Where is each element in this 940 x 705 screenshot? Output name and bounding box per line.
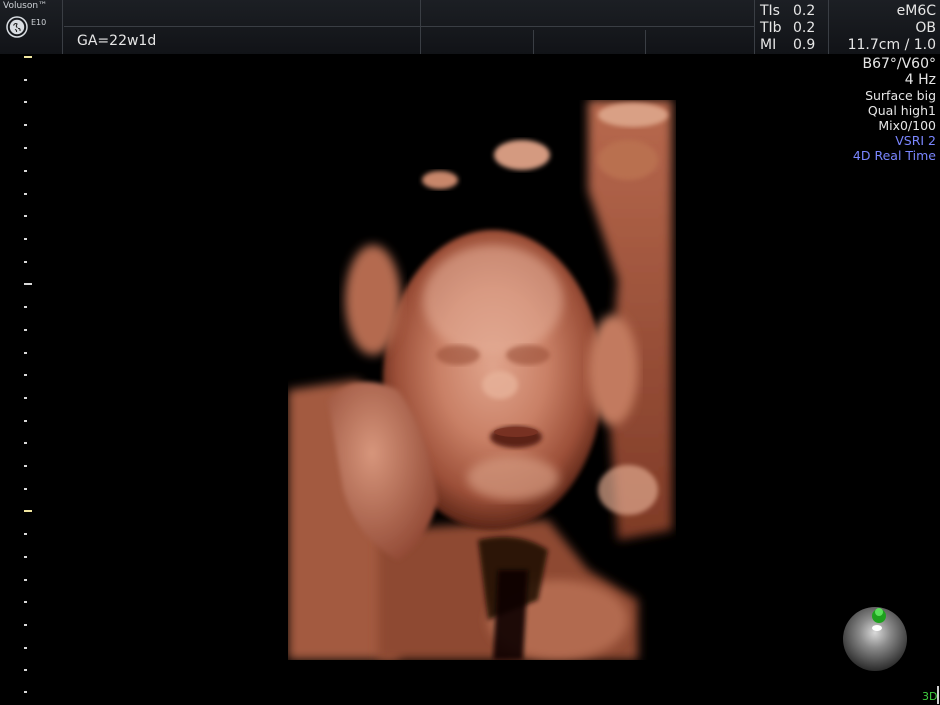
scale-tick bbox=[24, 329, 27, 331]
exam-preset: OB bbox=[915, 20, 936, 36]
divider bbox=[754, 0, 755, 54]
angle-readout: B67°/V60° bbox=[862, 56, 936, 72]
metric-label: TIb bbox=[760, 20, 782, 36]
scale-tick bbox=[24, 533, 27, 535]
metric-label: MI bbox=[760, 37, 777, 53]
mode-3d-tag: 3D bbox=[922, 690, 938, 703]
vsri-setting: VSRI 2 bbox=[895, 133, 936, 148]
scale-tick bbox=[24, 261, 27, 263]
scale-tick bbox=[24, 101, 27, 103]
divider bbox=[62, 0, 63, 54]
scale-tick bbox=[24, 79, 27, 81]
scale-tick bbox=[24, 465, 27, 467]
scale-tick bbox=[24, 397, 27, 399]
metric-label: TIs bbox=[760, 3, 780, 19]
depth-scale bbox=[0, 54, 40, 705]
divider bbox=[420, 0, 421, 54]
scale-tick bbox=[24, 147, 27, 149]
mode-label: 4D Real Time bbox=[852, 148, 936, 163]
scale-tick bbox=[24, 170, 27, 172]
scale-tick bbox=[24, 238, 27, 240]
scale-major-tick bbox=[24, 56, 32, 58]
scale-tick bbox=[24, 624, 27, 626]
divider bbox=[828, 0, 829, 54]
divider bbox=[645, 30, 646, 54]
metric-value: 0.9 bbox=[793, 37, 816, 53]
model-name: E10 bbox=[31, 18, 47, 27]
scale-tick bbox=[24, 647, 27, 649]
metric-value: 0.2 bbox=[793, 20, 816, 36]
scale-tick bbox=[24, 306, 27, 308]
depth-readout: 11.7cm / 1.0 bbox=[847, 37, 936, 53]
scale-tick bbox=[24, 420, 27, 422]
scale-major-tick bbox=[24, 510, 32, 512]
scale-tick bbox=[24, 556, 27, 558]
divider bbox=[64, 26, 754, 27]
scale-tick bbox=[24, 215, 27, 217]
orientation-sphere-icon bbox=[843, 607, 907, 671]
brand-name: Voluson™ bbox=[3, 1, 48, 11]
gestational-age: GA=22w1d bbox=[77, 33, 157, 49]
ge-logo-icon bbox=[6, 16, 28, 38]
rendered-volume-image bbox=[288, 100, 672, 660]
cursor-marker bbox=[937, 686, 939, 704]
logo-area: Voluson™ E10 bbox=[0, 0, 62, 54]
scale-tick bbox=[24, 579, 27, 581]
metric-value: 0.2 bbox=[793, 3, 816, 19]
scale-major-tick bbox=[24, 283, 32, 285]
divider bbox=[533, 30, 534, 54]
scale-tick bbox=[24, 442, 27, 444]
scale-tick bbox=[24, 352, 27, 354]
scale-tick bbox=[24, 374, 27, 376]
scale-tick bbox=[24, 193, 27, 195]
probe-name: eM6C bbox=[896, 3, 936, 19]
scale-tick bbox=[24, 488, 27, 490]
quality-setting: Qual high1 bbox=[867, 103, 936, 118]
surface-setting: Surface big bbox=[865, 88, 936, 103]
mix-setting: Mix0/100 bbox=[878, 118, 936, 133]
header-bar: Voluson™ E10 GA=22w1d TIs 0.2 TIb 0.2 MI… bbox=[0, 0, 940, 54]
frequency-readout: 4 Hz bbox=[904, 72, 936, 88]
scale-tick bbox=[24, 669, 27, 671]
scale-tick bbox=[24, 124, 27, 126]
scale-tick bbox=[24, 601, 27, 603]
scale-tick bbox=[24, 691, 27, 693]
